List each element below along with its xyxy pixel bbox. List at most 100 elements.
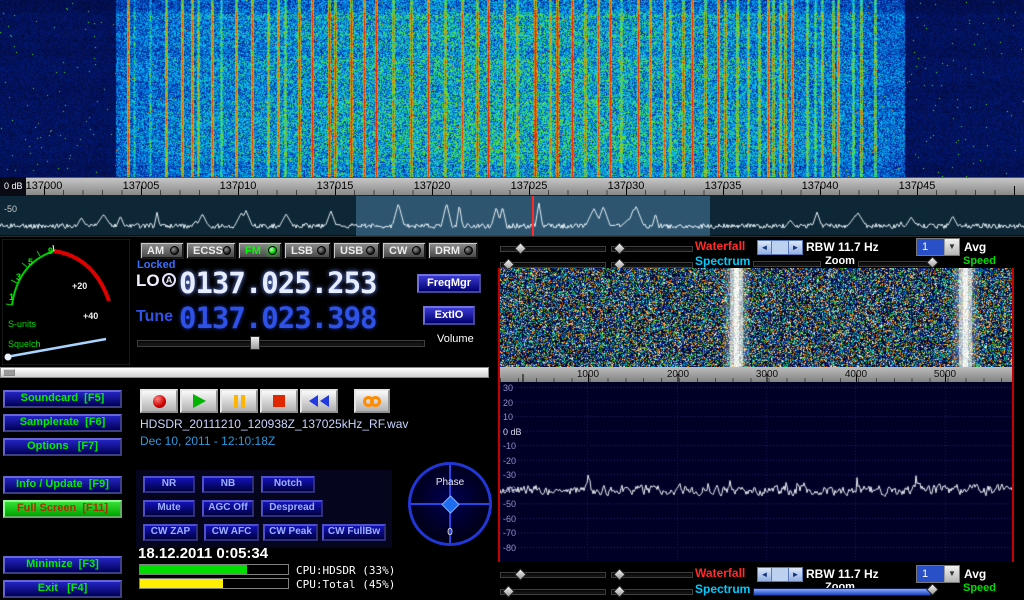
scroll-right-icon[interactable]: ►	[788, 240, 803, 255]
scroll-left-icon[interactable]: ◄	[757, 567, 772, 582]
mode-label: AM	[147, 245, 164, 257]
squelch-slider-handle[interactable]	[3, 369, 15, 376]
waterfall-contrast-handle[interactable]	[514, 242, 527, 255]
play-button[interactable]	[180, 389, 218, 413]
mode-led-icon	[223, 246, 231, 255]
rf-spectrum-display[interactable]	[500, 382, 1012, 562]
avg-label-2: Avg	[964, 567, 986, 581]
scroll-right-icon[interactable]: ►	[788, 567, 803, 582]
combo-dropdown-icon[interactable]: ▼	[944, 239, 959, 255]
full-screen-button[interactable]: Full Screen [F11]	[3, 500, 122, 518]
scroll-track[interactable]	[772, 567, 788, 582]
overview-spectrum[interactable]	[0, 196, 1024, 236]
avg-combo[interactable]: 1 ▼	[916, 238, 960, 256]
minimize-button[interactable]: Minimize [F3]	[3, 556, 122, 574]
hz-tick-label: 1000	[568, 369, 608, 380]
freq-tick-label: 137045	[895, 180, 939, 192]
despread-button[interactable]: Despread	[261, 500, 323, 517]
wf-scroll-control: ◄ ►	[757, 240, 803, 255]
avg-combo-2[interactable]: 1 ▼	[916, 565, 960, 583]
rbw-label-2: RBW 11.7 Hz	[806, 567, 879, 581]
recording-filename: HDSDR_20111210_120938Z_137025kHz_RF.wav	[140, 417, 408, 431]
spectrum-offset-handle-2[interactable]	[613, 585, 626, 598]
extio-button[interactable]: ExtIO	[423, 306, 475, 325]
s-meter-scale-plus20: +20	[72, 281, 87, 291]
freq-tick-label: 137020	[410, 180, 454, 192]
samplerate-button[interactable]: Samplerate [F6]	[3, 414, 122, 432]
mode-button-cw[interactable]: CW	[382, 242, 426, 259]
freq-tick-label: 137040	[798, 180, 842, 192]
mode-button-drm[interactable]: DRM	[428, 242, 478, 259]
lo-frequency-display[interactable]: 0137.025.253	[179, 267, 377, 299]
volume-label: Volume	[437, 333, 474, 345]
options-button[interactable]: Options [F7]	[3, 438, 122, 456]
stop-button[interactable]	[260, 389, 298, 413]
cpu-total-meter	[139, 578, 289, 589]
rf-waterfall-display[interactable]	[500, 268, 1012, 367]
mode-led-icon	[170, 246, 179, 255]
db-label: 10	[503, 412, 513, 422]
lo-lock-badge[interactable]: A	[162, 273, 176, 287]
scroll-left-icon[interactable]: ◄	[757, 240, 772, 255]
freq-tick-label: 137000	[22, 180, 66, 192]
s-meter-scale-3: 3	[16, 272, 21, 282]
waterfall-brightness-handle-2[interactable]	[613, 568, 626, 581]
mode-button-lsb[interactable]: LSB	[284, 242, 331, 259]
db-label: -20	[503, 456, 516, 466]
notch-button[interactable]: Notch	[261, 476, 315, 493]
pause-button[interactable]	[220, 389, 258, 413]
panel-edge-marker-right	[1012, 268, 1014, 562]
rewind-button[interactable]	[300, 389, 338, 413]
cw-peak-button[interactable]: CW Peak	[263, 524, 318, 541]
freq-tick-label: 137025	[507, 180, 551, 192]
main-waterfall-display[interactable]	[0, 0, 1024, 177]
squelch-slider[interactable]	[0, 367, 489, 378]
waterfall-brightness-handle[interactable]	[613, 242, 626, 255]
agc-button[interactable]: AGC Off	[202, 500, 254, 517]
exit-button[interactable]: Exit [F4]	[3, 580, 122, 598]
tune-label: Tune	[136, 308, 173, 326]
nr-button[interactable]: NR	[143, 476, 195, 493]
db-label: 20	[503, 398, 513, 408]
s-meter-scale-9: 9	[48, 246, 53, 256]
combo-dropdown-icon[interactable]: ▼	[944, 566, 959, 582]
zoom-slider-2[interactable]	[753, 588, 931, 596]
mode-button-ecss[interactable]: ECSS	[186, 242, 236, 259]
play-icon	[193, 394, 206, 408]
info-update-button[interactable]: Info / Update [F9]	[3, 476, 122, 494]
db-axis-minus50-label: -50	[4, 204, 17, 214]
db-label: 0 dB	[503, 427, 522, 437]
db-label: -80	[503, 543, 516, 553]
mode-led-icon	[268, 246, 277, 255]
waterfall-contrast-handle-2[interactable]	[514, 568, 527, 581]
volume-slider[interactable]	[137, 340, 425, 347]
soundcard-button[interactable]: Soundcard [F5]	[3, 390, 122, 408]
freqmgr-button[interactable]: FreqMgr	[417, 274, 481, 293]
mode-button-usb[interactable]: USB	[333, 242, 380, 259]
pause-icon	[234, 395, 245, 408]
waterfall-label: Waterfall	[695, 239, 745, 253]
volume-slider-handle[interactable]	[250, 336, 260, 350]
cw-zap-button[interactable]: CW ZAP	[143, 524, 198, 541]
mode-button-am[interactable]: AM	[140, 242, 184, 259]
record-button[interactable]	[140, 389, 178, 413]
spectrum-range-slider-2[interactable]	[500, 589, 606, 595]
tune-frequency-display[interactable]: 0137.023.398	[179, 302, 377, 334]
scroll-track[interactable]	[772, 240, 788, 255]
s-units-label: S-units	[8, 319, 37, 329]
hz-tick-label: 5000	[925, 369, 965, 380]
rewind-icon	[308, 395, 330, 407]
loop-button[interactable]	[354, 389, 390, 413]
cw-fullbw-button[interactable]: CW FullBw	[322, 524, 386, 541]
zoom-slider[interactable]	[753, 261, 821, 267]
cw-afc-button[interactable]: CW AFC	[204, 524, 259, 541]
avg-combo-value: 1	[917, 239, 944, 255]
overview-spectrum-display[interactable]	[0, 196, 1024, 236]
zoom-slider-right[interactable]	[858, 261, 930, 267]
nb-button[interactable]: NB	[202, 476, 254, 493]
mute-button[interactable]: Mute	[143, 500, 195, 517]
spectrum-range-handle-2[interactable]	[502, 585, 515, 598]
mode-button-fm[interactable]: FM	[238, 242, 282, 259]
avg-label: Avg	[964, 240, 986, 254]
rbw-label: RBW 11.7 Hz	[806, 240, 879, 254]
